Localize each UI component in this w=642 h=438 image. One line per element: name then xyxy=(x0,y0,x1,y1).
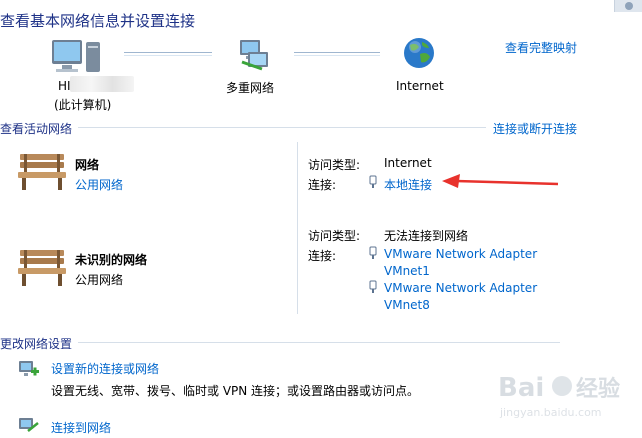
network-type-link[interactable]: 公用网络 xyxy=(75,176,123,193)
change-settings-rule xyxy=(0,342,560,343)
setup-new-connection-desc: 设置无线、宽带、拨号、临时或 VPN 连接；或设置路由器或访问点。 xyxy=(51,384,420,398)
vmnet8-adapter-link-line2[interactable]: VMnet8 xyxy=(384,298,430,312)
page-title: 查看基本网络信息并设置连接 xyxy=(0,12,196,30)
computer-icon xyxy=(50,38,104,78)
annotation-arrow xyxy=(440,172,560,194)
access-type-label: 访问类型: xyxy=(308,229,361,243)
computer-name-label: HI xyxy=(58,79,71,93)
baidu-watermark: Bai 经验 jingyan.baidu.com xyxy=(494,366,634,426)
network-type-text: 公用网络 xyxy=(75,273,124,287)
access-type-value: 无法连接到网络 xyxy=(384,229,469,243)
connect-disconnect-link[interactable]: 连接或断开连接 xyxy=(493,120,577,137)
vmnet1-adapter-link-line2[interactable]: VMnet1 xyxy=(384,264,430,278)
link-line-multi-internet xyxy=(294,52,380,56)
network-divider xyxy=(297,142,298,314)
access-type-label: 访问类型: xyxy=(308,158,361,172)
new-connection-icon xyxy=(18,360,40,380)
computer-sublabel: (此计算机) xyxy=(54,98,112,112)
svg-text:经验: 经验 xyxy=(576,376,620,402)
network-name: 网络 xyxy=(75,158,100,172)
bench-icon xyxy=(16,246,68,288)
multi-network-label: 多重网络 xyxy=(226,81,275,95)
access-type-value: Internet xyxy=(384,156,432,170)
svg-text:jingyan.baidu.com: jingyan.baidu.com xyxy=(499,406,602,419)
vmnet1-adapter-link[interactable]: VMware Network Adapter xyxy=(384,247,537,261)
network-name: 未识别的网络 xyxy=(75,253,148,267)
active-networks-heading: 查看活动网络 xyxy=(0,120,79,137)
redacted-computer-name xyxy=(70,76,134,92)
setup-new-connection-link[interactable]: 设置新的连接或网络 xyxy=(51,360,159,377)
multi-network-icon xyxy=(236,38,272,72)
globe-icon xyxy=(402,36,436,70)
connect-to-network-icon xyxy=(18,417,40,435)
vmnet8-adapter-link[interactable]: VMware Network Adapter xyxy=(384,281,537,295)
local-connection-link[interactable]: 本地连接 xyxy=(384,176,432,193)
bench-icon xyxy=(16,150,68,192)
ethernet-plug-icon xyxy=(368,246,378,260)
connect-to-network-link[interactable]: 连接到网络 xyxy=(51,419,111,436)
help-icon xyxy=(625,2,633,10)
link-line-computer-multi xyxy=(124,52,212,56)
window-corner-badge xyxy=(614,0,642,12)
ethernet-plug-icon xyxy=(368,280,378,294)
ethernet-plug-icon xyxy=(368,175,378,189)
internet-label: Internet xyxy=(396,79,444,93)
connection-label: 连接: xyxy=(308,249,337,263)
view-full-map-link[interactable]: 查看完整映射 xyxy=(505,39,577,56)
svg-text:Bai: Bai xyxy=(498,373,544,403)
change-settings-heading: 更改网络设置 xyxy=(0,335,79,352)
connection-label: 连接: xyxy=(308,178,337,192)
